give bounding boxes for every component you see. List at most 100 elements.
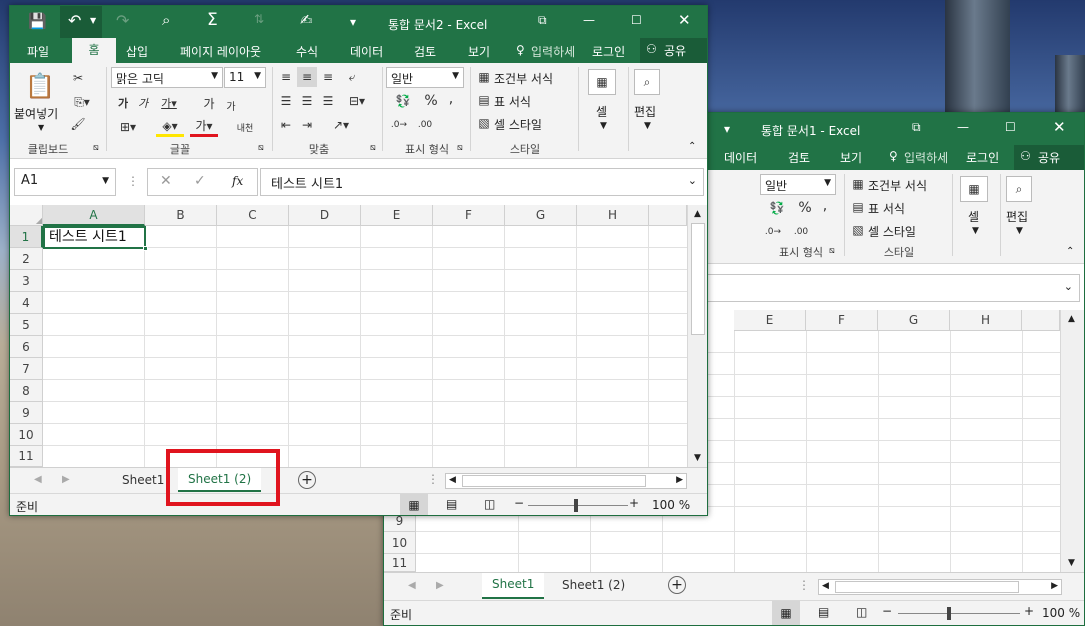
cut-icon[interactable]: ✂	[68, 69, 88, 87]
row-header-11[interactable]: 11	[10, 446, 43, 467]
font-size-dropdown[interactable]: 11 ▼	[224, 67, 266, 88]
zoom-slider[interactable]	[528, 505, 628, 506]
decrease-font-icon[interactable]: 가	[222, 95, 240, 115]
scroll-up-icon[interactable]: ▲	[1068, 314, 1075, 324]
vertical-scrollbar[interactable]: ▲ ▼	[1060, 310, 1084, 572]
column-header-h[interactable]: H	[577, 205, 649, 226]
dialog-launcher-icon[interactable]: ⧅	[93, 143, 99, 153]
font-color-icon[interactable]: 가▾	[190, 117, 218, 137]
increase-font-icon[interactable]: 가	[200, 93, 218, 113]
font-name-dropdown[interactable]: 맑은 고딕 ▼	[111, 67, 223, 88]
tab-data[interactable]: 데이터	[350, 43, 383, 60]
add-sheet-icon[interactable]: +	[298, 471, 316, 489]
row-header-2[interactable]: 2	[10, 248, 43, 270]
column-header-h[interactable]: H	[950, 310, 1022, 331]
column-header-d[interactable]: D	[289, 205, 361, 226]
vertical-scrollbar[interactable]: ▲ ▼	[687, 205, 707, 467]
tab-file[interactable]: 파일	[27, 43, 49, 60]
login-link[interactable]: 로그인	[966, 149, 999, 166]
scroll-down-icon[interactable]: ▼	[1068, 558, 1075, 568]
dialog-launcher-icon[interactable]: ⧅	[457, 143, 463, 153]
table-format-button[interactable]: 표 서식	[494, 93, 531, 110]
percent-button[interactable]: %	[420, 91, 442, 111]
column-header-g[interactable]: G	[505, 205, 577, 226]
copy-icon[interactable]: ⎘▾	[68, 93, 96, 111]
column-header-b[interactable]: B	[145, 205, 217, 226]
touch-mode-icon[interactable]: ✍	[300, 11, 313, 29]
expand-formula-icon[interactable]: ⌄	[1064, 280, 1073, 293]
zoom-in-icon[interactable]: +	[1024, 604, 1034, 618]
tab-review[interactable]: 검토	[788, 149, 810, 166]
tell-me-input[interactable]: 입력하세	[904, 149, 948, 166]
page-layout-icon[interactable]: ▤	[446, 497, 457, 511]
select-all-corner[interactable]: ◢	[10, 205, 43, 226]
number-format-dropdown[interactable]: 일반 ▼	[760, 174, 836, 195]
row-header-10[interactable]: 10	[10, 424, 43, 446]
expand-formula-icon[interactable]: ⌄	[688, 174, 697, 187]
cells-button[interactable]: 셀	[596, 103, 607, 120]
row-header-11[interactable]: 11	[384, 554, 416, 572]
cells-button[interactable]: 셀	[968, 208, 979, 225]
next-sheet-icon[interactable]: ▶	[436, 580, 444, 591]
add-sheet-icon[interactable]: +	[668, 576, 686, 594]
page-break-icon[interactable]: ◫	[856, 605, 867, 619]
dialog-launcher-icon[interactable]: ⧅	[370, 143, 376, 153]
row-header-3[interactable]: 3	[10, 270, 43, 292]
qat-customize-icon[interactable]: ▾	[350, 15, 356, 29]
tab-formulas[interactable]: 수식	[296, 43, 318, 60]
undo-button[interactable]: ↶ ▼	[60, 6, 102, 38]
cell-a1[interactable]: 테스트 시트1	[43, 226, 146, 249]
percent-button[interactable]: %	[794, 198, 816, 218]
tab-view[interactable]: 보기	[840, 149, 862, 166]
zoom-out-icon[interactable]: −	[882, 604, 892, 618]
row-header-9[interactable]: 9	[10, 402, 43, 424]
increase-decimal-icon[interactable]: .0→	[388, 115, 410, 135]
redo-icon[interactable]: ↷	[116, 11, 129, 30]
maximize-icon[interactable]: ☐	[1005, 120, 1016, 134]
column-header-c[interactable]: C	[217, 205, 289, 226]
align-middle-icon[interactable]: ≡	[297, 67, 317, 87]
share-button[interactable]: ⚇ 공유	[640, 38, 707, 63]
tab-split-icon[interactable]: ⋮	[427, 472, 439, 486]
align-center-icon[interactable]: ☰	[297, 91, 317, 111]
tab-page-layout[interactable]: 페이지 레이아웃	[180, 43, 261, 60]
table-format-button[interactable]: 표 서식	[868, 200, 905, 217]
scroll-down-icon[interactable]: ▼	[694, 453, 701, 463]
zoom-in-icon[interactable]: +	[629, 496, 639, 510]
row-header-8[interactable]: 8	[10, 380, 43, 402]
scroll-right-icon[interactable]: ▶	[676, 475, 683, 485]
cell-style-button[interactable]: 셀 스타일	[868, 223, 916, 240]
italic-icon[interactable]: 가	[134, 93, 152, 113]
cancel-icon[interactable]: ✕	[160, 173, 172, 189]
zoom-out-icon[interactable]: −	[514, 496, 524, 510]
format-painter-icon[interactable]: 🖌	[68, 115, 88, 133]
comma-button[interactable]: ,	[444, 89, 458, 109]
horizontal-scrollbar[interactable]: ◀ ▶	[818, 579, 1062, 595]
underline-icon[interactable]: 가▾	[156, 93, 182, 113]
print-preview-icon[interactable]: ⌕	[162, 11, 170, 29]
zoom-level[interactable]: 100 %	[652, 498, 690, 512]
tab-home[interactable]: 홈	[72, 38, 116, 63]
page-break-icon[interactable]: ◫	[484, 497, 495, 511]
align-right-icon[interactable]: ☰	[318, 91, 338, 111]
conditional-format-button[interactable]: 조건부 서식	[868, 177, 927, 194]
next-sheet-icon[interactable]: ▶	[62, 474, 70, 485]
scroll-up-icon[interactable]: ▲	[694, 209, 701, 219]
tab-insert[interactable]: 삽입	[126, 43, 148, 60]
minimize-icon[interactable]: —	[957, 120, 969, 134]
dialog-launcher-icon[interactable]: ⧅	[829, 246, 835, 256]
collapse-ribbon-icon[interactable]: ⌃	[1066, 246, 1074, 257]
page-layout-icon[interactable]: ▤	[818, 605, 829, 619]
edit-button[interactable]: 편집	[634, 103, 656, 120]
sort-icon[interactable]: ⇅	[254, 12, 264, 26]
fill-handle[interactable]	[143, 246, 148, 251]
vertical-scroll-thumb[interactable]	[691, 223, 705, 335]
cell-style-button[interactable]: 셀 스타일	[494, 116, 542, 133]
horizontal-scrollbar[interactable]: ◀ ▶	[445, 473, 687, 489]
decrease-decimal-icon[interactable]: .00	[790, 222, 812, 242]
enter-icon[interactable]: ✓	[194, 173, 206, 189]
normal-view-icon[interactable]: ▦	[772, 601, 800, 625]
conditional-format-button[interactable]: 조건부 서식	[494, 70, 553, 87]
formula-input[interactable]: 테스트 시트1 ⌄	[260, 168, 704, 196]
row-header-5[interactable]: 5	[10, 314, 43, 336]
